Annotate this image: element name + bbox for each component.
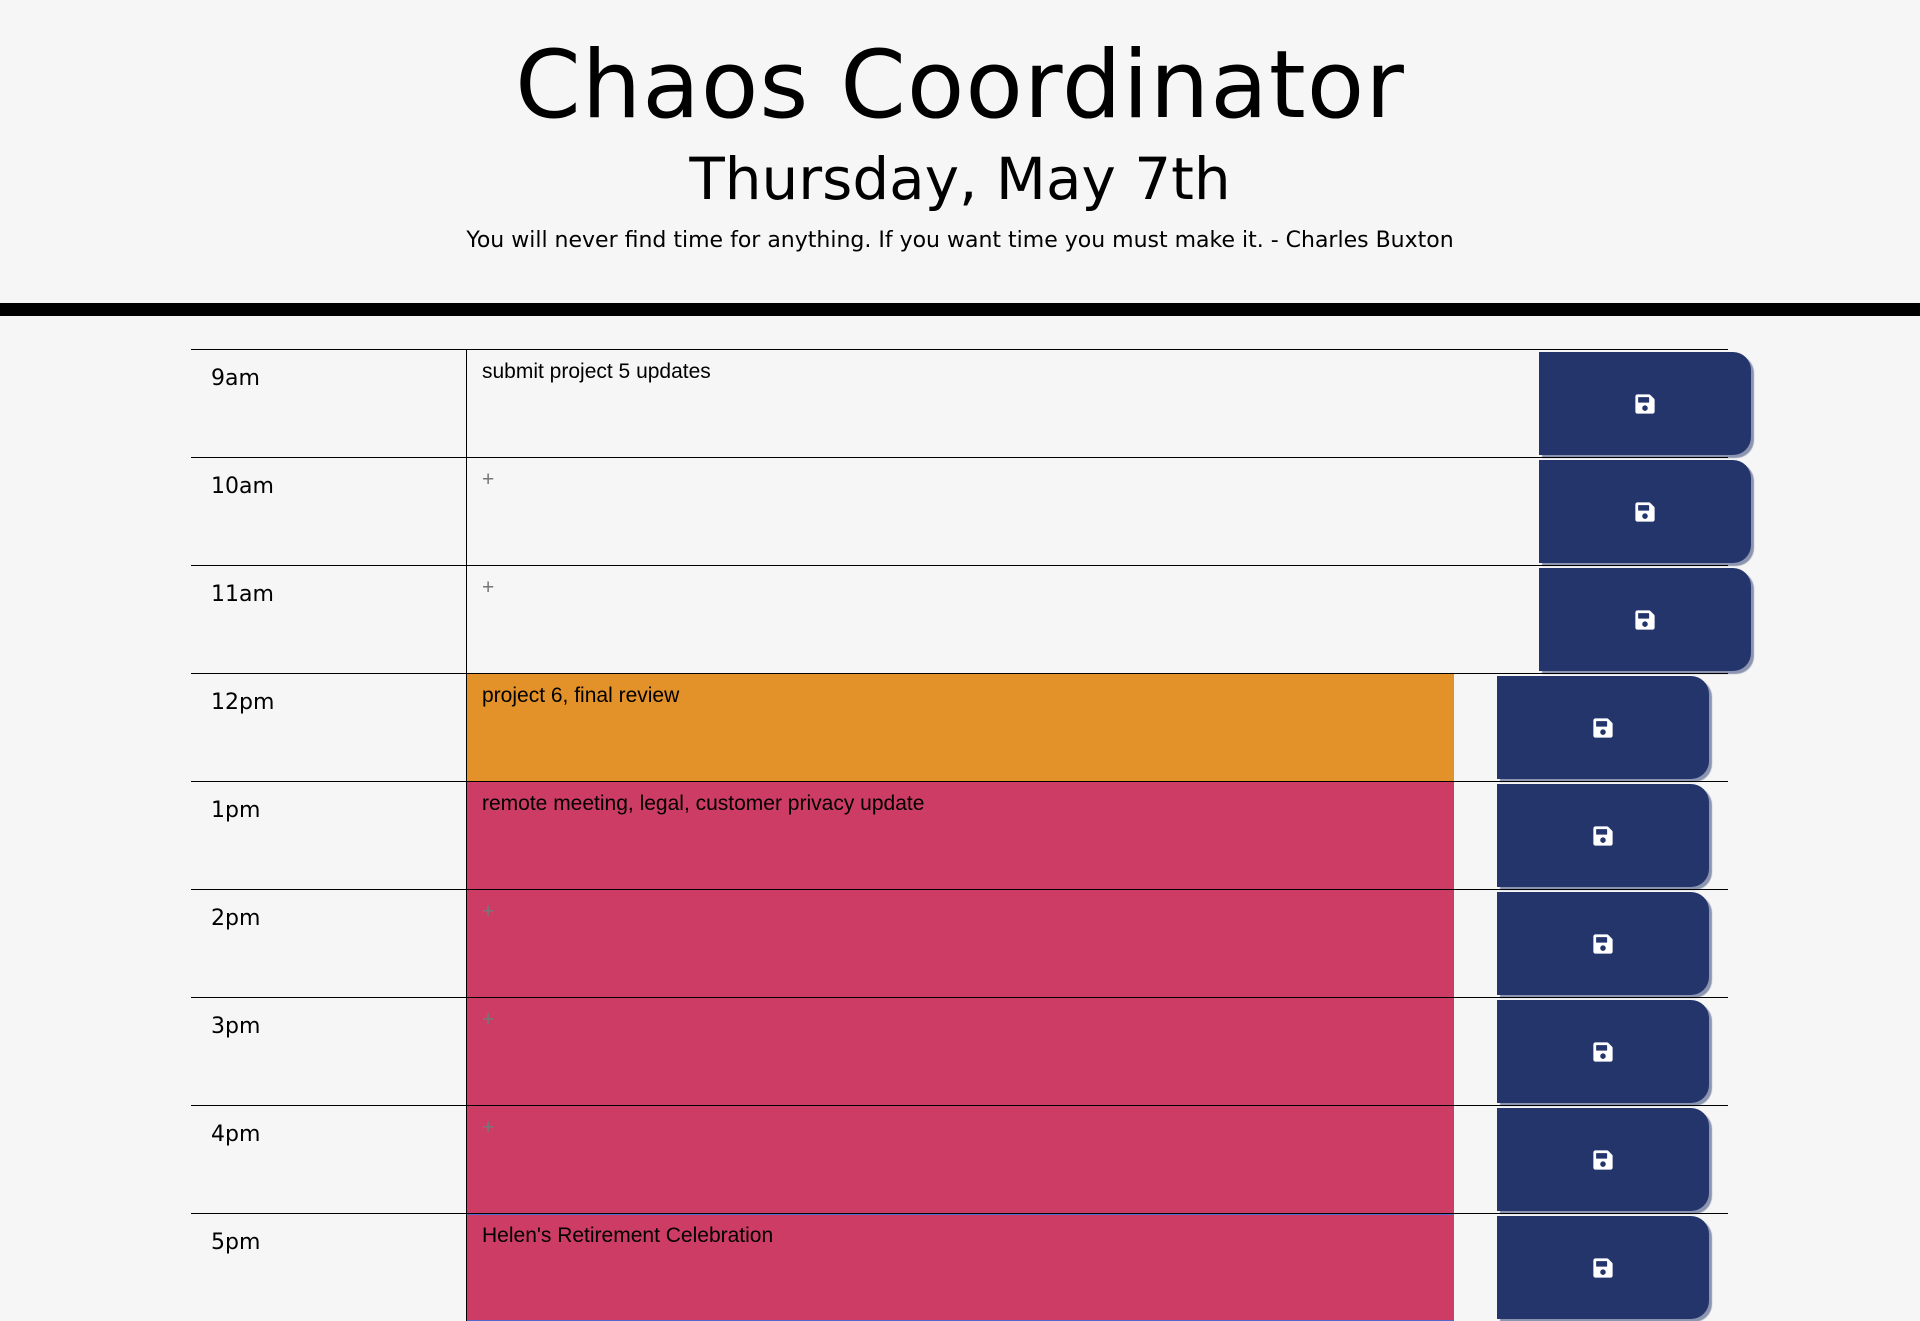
event-description-input[interactable] bbox=[467, 458, 1496, 565]
hour-label: 1pm bbox=[191, 782, 467, 889]
floppy-disk-icon bbox=[1592, 717, 1614, 739]
time-block-row-4pm: 4pm bbox=[191, 1105, 1728, 1213]
row-gap bbox=[1454, 1214, 1497, 1321]
hour-label: 11am bbox=[191, 566, 467, 673]
floppy-disk-icon bbox=[1592, 933, 1614, 955]
hour-label: 4pm bbox=[191, 1106, 467, 1213]
save-button[interactable] bbox=[1497, 784, 1709, 887]
hour-label: 12pm bbox=[191, 674, 467, 781]
quote: You will never find time for anything. I… bbox=[466, 228, 1454, 253]
floppy-disk-icon bbox=[1592, 1257, 1614, 1279]
row-gap bbox=[1454, 674, 1497, 781]
floppy-disk-icon bbox=[1592, 825, 1614, 847]
save-button[interactable] bbox=[1497, 676, 1709, 779]
hour-label: 9am bbox=[191, 350, 467, 457]
event-description-input[interactable] bbox=[467, 998, 1454, 1105]
floppy-disk-icon bbox=[1634, 501, 1656, 523]
time-block-row-2pm: 2pm bbox=[191, 889, 1728, 997]
hour-label: 2pm bbox=[191, 890, 467, 997]
row-gap bbox=[1454, 890, 1497, 997]
event-description-input[interactable] bbox=[467, 1106, 1454, 1213]
save-button[interactable] bbox=[1497, 1000, 1709, 1103]
save-button[interactable] bbox=[1539, 568, 1751, 671]
save-button[interactable] bbox=[1539, 352, 1751, 455]
page-header: Chaos Coordinator Thursday, May 7th You … bbox=[0, 0, 1920, 303]
event-description-input[interactable]: Helen's Retirement Celebration bbox=[467, 1214, 1454, 1321]
save-button[interactable] bbox=[1497, 1216, 1709, 1319]
row-gap bbox=[1454, 782, 1497, 889]
row-gap bbox=[1454, 998, 1497, 1105]
save-button[interactable] bbox=[1497, 1108, 1709, 1211]
floppy-disk-icon bbox=[1592, 1041, 1614, 1063]
time-block-row-12pm: 12pm project 6, final review bbox=[191, 673, 1728, 781]
time-block-row-3pm: 3pm bbox=[191, 997, 1728, 1105]
floppy-disk-icon bbox=[1634, 609, 1656, 631]
floppy-disk-icon bbox=[1634, 393, 1656, 415]
hour-label: 3pm bbox=[191, 998, 467, 1105]
header-divider bbox=[0, 303, 1920, 316]
row-gap bbox=[1496, 458, 1539, 565]
time-block-row-9am: 9am submit project 5 updates bbox=[191, 349, 1751, 457]
floppy-disk-icon bbox=[1592, 1149, 1614, 1171]
event-description-input[interactable]: submit project 5 updates bbox=[467, 350, 1496, 457]
time-block-row-1pm: 1pm remote meeting, legal, customer priv… bbox=[191, 781, 1728, 889]
event-description-input[interactable] bbox=[467, 890, 1454, 997]
save-button[interactable] bbox=[1539, 460, 1751, 563]
current-date: Thursday, May 7th bbox=[689, 145, 1231, 213]
row-gap bbox=[1454, 1106, 1497, 1213]
row-gap bbox=[1496, 566, 1539, 673]
save-button[interactable] bbox=[1497, 892, 1709, 995]
row-gap bbox=[1496, 350, 1539, 457]
day-planner: 9am submit project 5 updates 10am 11am bbox=[191, 349, 1751, 1321]
event-description-input[interactable]: remote meeting, legal, customer privacy … bbox=[467, 782, 1454, 889]
event-description-input[interactable]: project 6, final review bbox=[467, 674, 1454, 781]
time-block-row-10am: 10am bbox=[191, 457, 1751, 565]
time-block-row-5pm: 5pm Helen's Retirement Celebration bbox=[191, 1213, 1728, 1321]
page-title: Chaos Coordinator bbox=[515, 31, 1405, 140]
event-description-input[interactable] bbox=[467, 566, 1496, 673]
hour-label: 5pm bbox=[191, 1214, 467, 1321]
hour-label: 10am bbox=[191, 458, 467, 565]
time-block-row-11am: 11am bbox=[191, 565, 1751, 673]
